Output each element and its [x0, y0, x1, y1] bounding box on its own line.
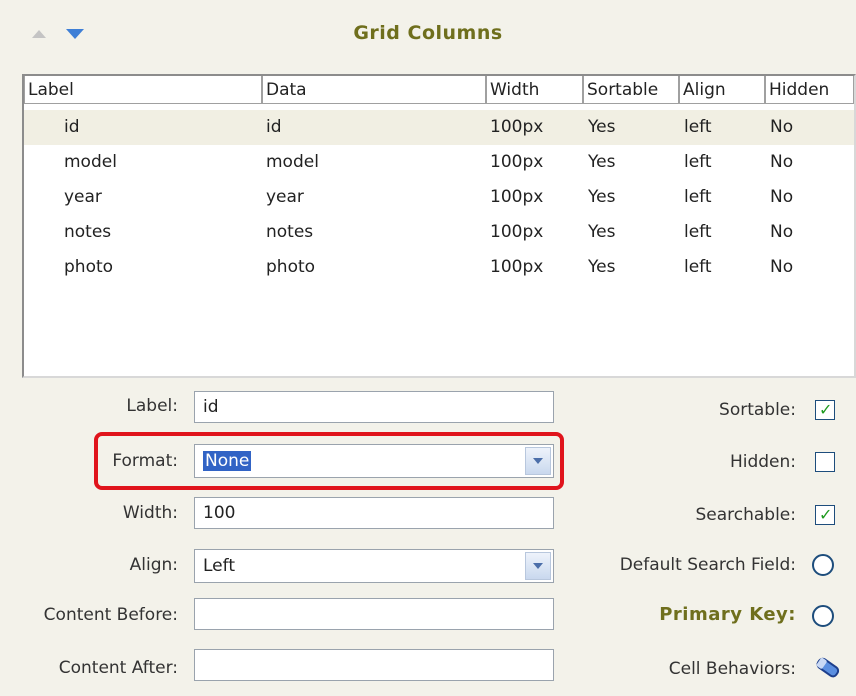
- cell-behaviors-label: Cell Behaviors:: [668, 659, 796, 679]
- cell-hidden: No: [770, 187, 794, 207]
- column-header-hidden[interactable]: Hidden: [765, 76, 854, 104]
- primary-key-label: Primary Key:: [659, 604, 796, 625]
- cell-label: photo: [64, 257, 114, 277]
- hidden-label: Hidden:: [729, 452, 796, 472]
- cell-hidden: No: [770, 117, 794, 137]
- default-search-field-label: Default Search Field:: [619, 555, 796, 575]
- cell-width: 100px: [490, 117, 544, 137]
- cell-width: 100px: [490, 257, 544, 277]
- cell-data: year: [266, 187, 304, 207]
- table-row[interactable]: year year 100px Yes left No: [24, 180, 854, 215]
- panel-header: Grid Columns: [0, 0, 856, 72]
- cell-label: notes: [64, 222, 112, 242]
- cell-align: left: [684, 222, 712, 242]
- label-input[interactable]: id: [194, 391, 554, 423]
- primary-key-radio[interactable]: [812, 605, 834, 627]
- checkmark-icon: ✓: [819, 400, 833, 419]
- highlight-annotation: [94, 432, 564, 490]
- align-selected-value: Left: [203, 556, 235, 576]
- cell-label: id: [64, 117, 80, 137]
- label-field-label: Label:: [126, 396, 178, 416]
- content-before-label: Content Before:: [43, 605, 178, 625]
- content-after-label: Content After:: [58, 658, 178, 678]
- cell-label: year: [64, 187, 102, 207]
- column-header-align[interactable]: Align: [679, 76, 765, 104]
- width-field-label: Width:: [122, 503, 178, 523]
- cell-sortable: Yes: [588, 257, 616, 277]
- table-row[interactable]: photo photo 100px Yes left No: [24, 250, 854, 285]
- table-row[interactable]: id id 100px Yes left No: [24, 110, 854, 145]
- cell-width: 100px: [490, 152, 544, 172]
- columns-table[interactable]: Label Data Width Sortable Align Hidden i…: [22, 74, 856, 378]
- cell-data: notes: [266, 222, 314, 242]
- cell-label: model: [64, 152, 117, 172]
- cell-data: photo: [266, 257, 316, 277]
- cell-sortable: Yes: [588, 152, 616, 172]
- cell-data: model: [266, 152, 319, 172]
- cell-hidden: No: [770, 222, 794, 242]
- default-search-field-radio[interactable]: [812, 554, 834, 576]
- searchable-checkbox[interactable]: ✓: [815, 505, 835, 525]
- cell-align: left: [684, 117, 712, 137]
- cell-align: left: [684, 257, 712, 277]
- cell-sortable: Yes: [588, 187, 616, 207]
- hidden-checkbox[interactable]: [815, 452, 835, 472]
- column-header-sortable[interactable]: Sortable: [583, 76, 679, 104]
- cell-sortable: Yes: [588, 117, 616, 137]
- cell-align: left: [684, 187, 712, 207]
- pencil-icon[interactable]: [812, 652, 842, 682]
- table-header: Label Data Width Sortable Align Hidden: [24, 76, 854, 106]
- sortable-checkbox[interactable]: ✓: [815, 400, 835, 420]
- cell-width: 100px: [490, 222, 544, 242]
- column-header-width[interactable]: Width: [486, 76, 583, 104]
- cell-data: id: [266, 117, 282, 137]
- cell-sortable: Yes: [588, 222, 616, 242]
- column-header-label[interactable]: Label: [24, 76, 262, 104]
- cell-align: left: [684, 152, 712, 172]
- align-field-label: Align:: [129, 555, 178, 575]
- checkmark-icon: ✓: [819, 505, 833, 524]
- panel-title: Grid Columns: [353, 22, 503, 44]
- sortable-label: Sortable:: [719, 400, 796, 420]
- cell-width: 100px: [490, 187, 544, 207]
- content-before-input[interactable]: [194, 598, 554, 630]
- content-after-input[interactable]: [194, 649, 554, 681]
- table-row[interactable]: notes notes 100px Yes left No: [24, 215, 854, 250]
- cell-hidden: No: [770, 257, 794, 277]
- chevron-down-icon[interactable]: [525, 552, 551, 580]
- column-header-data[interactable]: Data: [262, 76, 486, 104]
- table-row[interactable]: model model 100px Yes left No: [24, 145, 854, 180]
- cell-hidden: No: [770, 152, 794, 172]
- searchable-label: Searchable:: [695, 505, 796, 525]
- align-select[interactable]: Left: [194, 549, 554, 583]
- width-input[interactable]: 100: [194, 497, 554, 529]
